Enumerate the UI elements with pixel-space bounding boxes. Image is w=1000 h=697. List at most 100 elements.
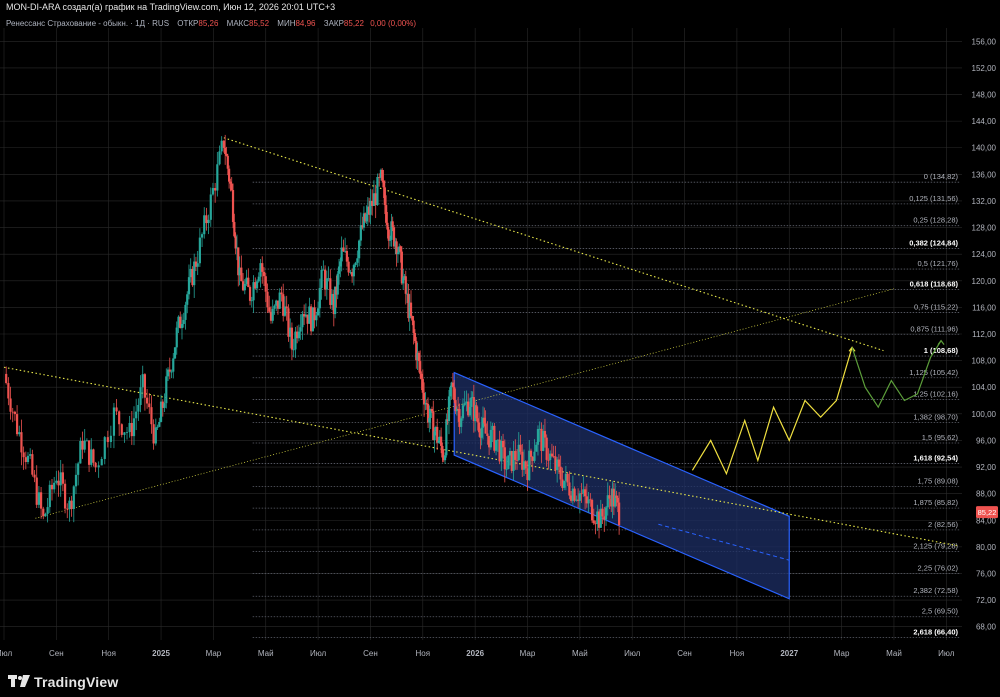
y-tick-label: 72,00 — [976, 596, 997, 605]
candle-body — [604, 507, 608, 520]
fib-level-label: 0,25 (128,28) — [913, 216, 958, 225]
y-tick-label: 92,00 — [976, 463, 997, 472]
candle-body — [285, 306, 288, 309]
trendline-upper-resistance — [223, 137, 884, 352]
candle-body — [395, 241, 398, 255]
y-tick-label: 124,00 — [972, 250, 997, 259]
candle-body — [137, 404, 140, 412]
candle-body — [590, 499, 594, 521]
candle-body — [44, 513, 47, 517]
y-tick-label: 144,00 — [972, 117, 997, 126]
fib-level-label: 0,875 (111,96) — [910, 324, 958, 333]
candle-body — [165, 376, 168, 404]
candle-body — [280, 292, 283, 295]
candle-body — [231, 190, 235, 223]
candle-body — [445, 419, 448, 456]
candle-body — [132, 418, 136, 437]
price-chart[interactable]: 0 (134,82) 0,125 (131,56) 0,25 (128,28) 0,3… — [0, 0, 1000, 665]
forecast-green-arrow — [937, 339, 945, 346]
candle-body — [216, 164, 219, 191]
candle-body — [118, 411, 121, 425]
x-tick-label: Ноя — [416, 649, 431, 658]
candle-body — [315, 315, 318, 321]
candle-body — [402, 277, 405, 284]
candle-body — [559, 466, 562, 480]
candle-body — [68, 500, 71, 509]
candle-body — [37, 492, 40, 505]
candle-body — [29, 454, 32, 456]
candle-body — [109, 435, 112, 442]
candle-body — [186, 294, 189, 305]
fib-level-label: 0,5 (121,76) — [918, 259, 959, 268]
candle-body — [106, 437, 109, 442]
candle-body — [381, 169, 384, 181]
candle-body — [342, 247, 345, 252]
candle-body — [228, 168, 231, 182]
candle-body — [130, 422, 133, 437]
y-axis: 68,0072,0076,0080,0084,0088,0092,0096,00… — [972, 37, 997, 631]
open-label: ОТКР — [177, 19, 199, 28]
fib-level-label: 0,75 (115,22) — [914, 303, 959, 312]
candle-body — [22, 452, 25, 458]
y-tick-label: 152,00 — [972, 64, 997, 73]
instrument-name: Ренессанс Страхование - обыкн. · 1Д · RU… — [6, 19, 170, 28]
fib-level-label: 1,382 (98,70) — [913, 412, 958, 421]
candle-body — [352, 265, 355, 277]
candle-body — [74, 474, 78, 487]
candle-body — [421, 378, 424, 393]
candle-body — [143, 374, 147, 398]
candle-body — [545, 437, 548, 460]
candle-body — [470, 397, 473, 407]
candle-body — [563, 480, 566, 488]
x-tick-label: Сен — [49, 649, 64, 658]
candle-body — [225, 154, 228, 156]
candle-body — [550, 453, 554, 457]
candle-body — [399, 246, 402, 252]
y-tick-label: 108,00 — [972, 357, 997, 366]
candle-body — [229, 181, 232, 184]
footer: TradingView — [0, 665, 1000, 697]
candle-body — [417, 352, 420, 362]
author-line: MON-DI-ARA создал(а) график на TradingVi… — [6, 2, 336, 12]
fib-level-label: 2,382 (72,58) — [913, 586, 958, 595]
candle-body — [486, 433, 489, 436]
candle-body — [356, 258, 359, 263]
tradingview-logo[interactable]: TradingView — [8, 674, 118, 690]
candle-body — [386, 222, 389, 230]
fib-level-label: 0,618 (118,68) — [910, 280, 959, 289]
candle-body — [325, 278, 328, 290]
candle-body — [90, 449, 93, 465]
candle-body — [92, 449, 95, 463]
candle-body — [543, 430, 547, 438]
fib-level-label: 0,125 (131,56) — [909, 194, 958, 203]
candle-body — [200, 234, 204, 238]
candle-body — [573, 488, 576, 501]
candle-body — [63, 483, 67, 509]
candle-body — [61, 472, 64, 484]
candle-body — [33, 474, 36, 478]
candle-body — [412, 320, 415, 333]
candle-body — [268, 307, 271, 312]
y-tick-label: 120,00 — [972, 277, 997, 286]
candle-body — [128, 422, 131, 433]
x-tick-label: Май — [258, 649, 274, 658]
candle-body — [320, 269, 323, 288]
fib-level-label: 2 (82,56) — [928, 520, 959, 529]
candle-body — [83, 440, 86, 450]
fib-level-label: 1 (108,68) — [924, 346, 959, 355]
y-tick-label: 104,00 — [972, 383, 997, 392]
candle-body — [423, 392, 426, 405]
candle-body — [433, 431, 436, 441]
candle-body — [31, 454, 34, 475]
candle-body — [266, 291, 269, 308]
candle-body — [358, 240, 361, 259]
candle-body — [428, 417, 431, 423]
candle-body — [59, 472, 62, 486]
candle-body — [557, 459, 561, 467]
x-tick-label: 2026 — [466, 649, 484, 658]
candle-body — [226, 155, 229, 169]
fib-level-label: 1,25 (102,16) — [913, 389, 958, 398]
candle-body — [15, 414, 19, 435]
candle-body — [404, 276, 407, 294]
candle-body — [489, 429, 492, 448]
